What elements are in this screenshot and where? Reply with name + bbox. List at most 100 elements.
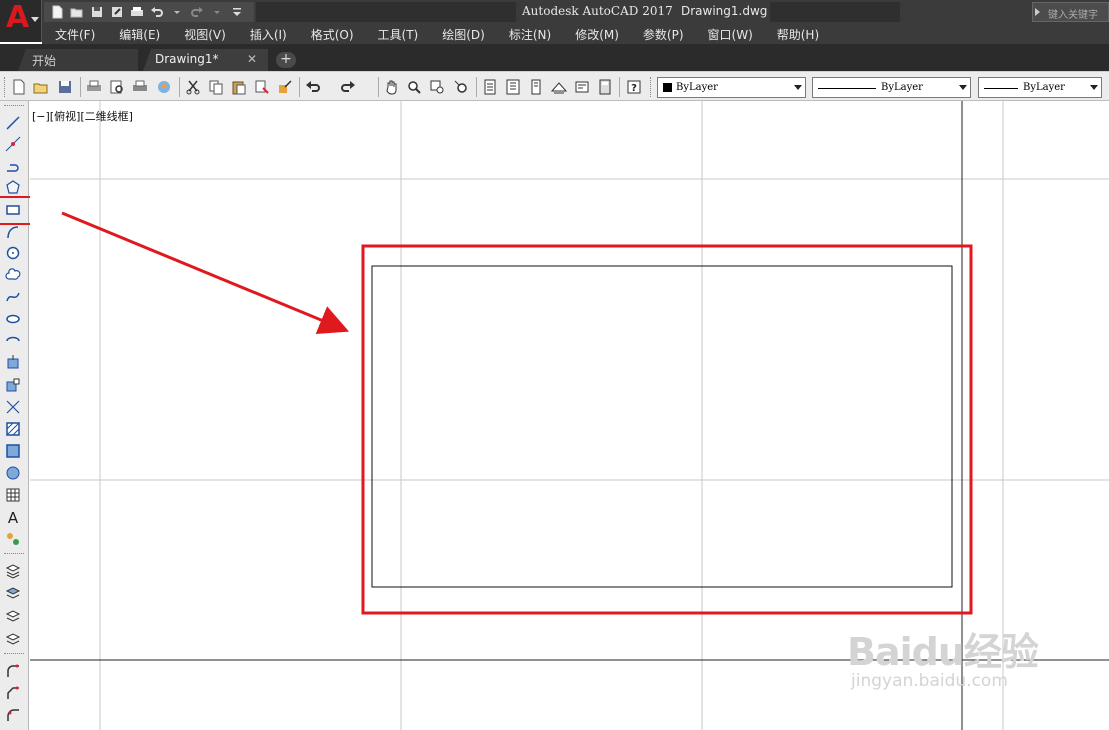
calculator-icon[interactable] (596, 78, 614, 96)
linetype-value: ByLayer (881, 82, 923, 93)
revision-cloud-icon[interactable] (4, 266, 22, 284)
tab-drawing1[interactable]: Drawing1* ✕ (143, 49, 268, 71)
tab-start[interactable]: 开始 (18, 49, 138, 71)
layer-walk-icon[interactable] (4, 629, 22, 647)
cut-icon[interactable] (184, 78, 202, 96)
new-file-icon[interactable] (48, 4, 65, 21)
layer-isolate-icon[interactable] (4, 607, 22, 625)
undo-icon[interactable] (304, 78, 322, 96)
markup-set-icon[interactable] (573, 78, 591, 96)
search-input[interactable]: 键入关键字 (1032, 2, 1109, 22)
pan-icon[interactable] (383, 78, 401, 96)
polygon-icon[interactable] (4, 178, 22, 196)
menu-parametric[interactable]: 参数(P) (630, 26, 684, 43)
help-icon[interactable]: ? (625, 78, 643, 96)
arc-icon[interactable] (4, 223, 22, 241)
close-icon[interactable]: ✕ (247, 52, 257, 66)
toolbar-grip[interactable] (650, 77, 653, 97)
menu-tools[interactable]: 工具(T) (365, 26, 419, 43)
ellipse-icon[interactable] (4, 310, 22, 328)
paste-icon[interactable] (230, 78, 248, 96)
block-editor-icon[interactable] (276, 78, 294, 96)
application-menu-button[interactable]: A (0, 0, 42, 42)
fillet-icon[interactable] (4, 662, 22, 680)
add-selected-icon[interactable] (4, 530, 22, 548)
gradient-icon[interactable] (4, 442, 22, 460)
construction-line-icon[interactable] (4, 135, 22, 153)
open-icon[interactable] (32, 78, 50, 96)
expand-icon[interactable] (1035, 8, 1040, 16)
insert-block-icon[interactable] (4, 353, 22, 371)
chevron-down-icon (959, 85, 967, 90)
redo-dropdown-icon[interactable] (208, 4, 225, 21)
customize-qat-icon[interactable] (228, 4, 245, 21)
zoom-window-icon[interactable] (428, 78, 446, 96)
menu-window[interactable]: 窗口(W) (695, 26, 753, 43)
layer-states-icon[interactable] (4, 584, 22, 602)
watermark-brand: Baidu经验 (847, 630, 1039, 674)
menu-insert[interactable]: 插入(I) (237, 26, 287, 43)
layer-properties-icon[interactable] (4, 562, 22, 580)
publish-icon[interactable] (131, 78, 149, 96)
zoom-previous-icon[interactable] (452, 78, 470, 96)
menu-modify[interactable]: 修改(M) (562, 26, 619, 43)
drawn-rectangle (371, 265, 953, 588)
3d-dwf-icon[interactable] (155, 78, 173, 96)
multiline-text-icon[interactable]: A (4, 508, 22, 526)
plot-icon[interactable] (85, 78, 103, 96)
viewport-controls-label[interactable]: [−][俯视][二维线框] (32, 108, 133, 124)
toolbar-grip[interactable] (4, 653, 24, 656)
new-icon[interactable] (10, 78, 28, 96)
redo-icon[interactable] (339, 78, 357, 96)
save-icon[interactable] (56, 78, 74, 96)
svg-text:?: ? (631, 83, 637, 94)
table-icon[interactable] (4, 486, 22, 504)
redo-icon[interactable] (188, 4, 205, 21)
menu-view[interactable]: 视图(V) (171, 26, 226, 43)
zoom-realtime-icon[interactable] (405, 78, 423, 96)
title-strip (770, 2, 900, 22)
design-center-icon[interactable] (504, 78, 522, 96)
drawing-canvas[interactable]: [−][俯视][二维线框] Baidu经验 jingyan.baidu.com (30, 101, 1109, 730)
workspace-strip (256, 2, 516, 22)
standard-toolbar: ? ByLayer ByLayer ByLayer (0, 71, 1109, 101)
circle-icon[interactable] (4, 244, 22, 262)
toolbar-grip[interactable] (4, 105, 24, 108)
color-control-select[interactable]: ByLayer (657, 77, 806, 98)
menu-format[interactable]: 格式(O) (298, 26, 354, 43)
lineweight-control-select[interactable]: ByLayer (978, 77, 1102, 98)
sheet-set-manager-icon[interactable] (550, 78, 568, 96)
open-folder-icon[interactable] (68, 4, 85, 21)
make-block-icon[interactable] (4, 376, 22, 394)
point-icon[interactable] (4, 398, 22, 416)
result-highlight-box (361, 244, 973, 615)
menu-edit[interactable]: 编辑(E) (106, 26, 160, 43)
menu-draw[interactable]: 绘图(D) (429, 26, 485, 43)
plot-preview-icon[interactable] (108, 78, 126, 96)
undo-dropdown-icon[interactable] (168, 4, 185, 21)
hatch-icon[interactable] (4, 420, 22, 438)
undo-icon[interactable] (148, 4, 165, 21)
region-icon[interactable] (4, 464, 22, 482)
menu-dimension[interactable]: 标注(N) (496, 26, 551, 43)
line-icon[interactable] (4, 114, 22, 132)
properties-icon[interactable] (481, 78, 499, 96)
toolbar-grip[interactable] (4, 553, 24, 556)
match-properties-icon[interactable] (253, 78, 271, 96)
copy-icon[interactable] (207, 78, 225, 96)
spline-icon[interactable] (4, 288, 22, 306)
toolbar-grip[interactable] (4, 77, 7, 97)
new-tab-button[interactable]: + (276, 52, 296, 68)
menu-file[interactable]: 文件(F) (42, 26, 95, 43)
save-as-icon[interactable] (108, 4, 125, 21)
save-icon[interactable] (88, 4, 105, 21)
linetype-control-select[interactable]: ByLayer (812, 77, 971, 98)
chamfer-icon[interactable] (4, 684, 22, 702)
linetype-preview (818, 88, 876, 89)
blend-icon[interactable] (4, 706, 22, 724)
menu-help[interactable]: 帮助(H) (764, 26, 819, 43)
tool-palettes-icon[interactable] (527, 78, 545, 96)
polyline-icon[interactable] (4, 157, 22, 175)
ellipse-arc-icon[interactable] (4, 331, 22, 349)
plot-icon[interactable] (128, 4, 145, 21)
